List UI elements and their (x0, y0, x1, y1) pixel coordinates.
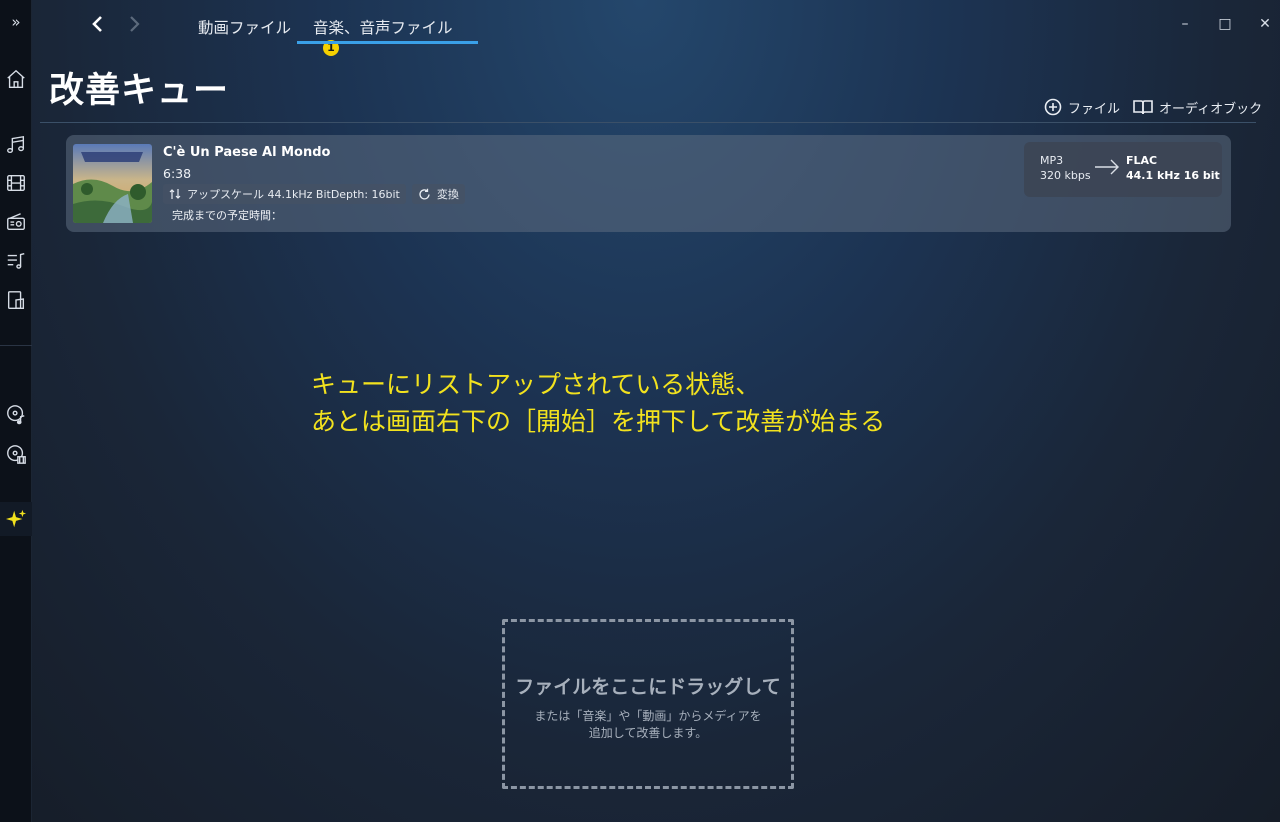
chevron-right-icon (130, 16, 140, 32)
book-icon (1133, 100, 1153, 115)
nav-device[interactable] (0, 284, 32, 316)
header-divider (40, 122, 1256, 123)
drop-zone-subtitle: または「音楽」や「動画」からメディアを追加して改善します。 (534, 709, 762, 740)
radio-icon (7, 213, 25, 231)
rail-divider (0, 345, 32, 346)
home-icon (7, 69, 25, 88)
queue-item[interactable]: C'è Un Paese Al Mondo 6:38 アップスケール 44.1k… (66, 135, 1231, 232)
target-format-name: FLAC (1126, 154, 1158, 167)
nav-music[interactable] (0, 129, 32, 161)
eta-label: 完成までの予定時間： (172, 209, 282, 222)
nav-video[interactable] (0, 167, 32, 199)
nav-disc-video[interactable] (0, 438, 32, 470)
disc-video-icon (7, 445, 26, 464)
side-rail: » (0, 0, 32, 822)
title-bar: 動画ファイル 音楽、音声ファイル1 – □ ✕ (32, 0, 1280, 56)
source-format: MP3 320 kbps (1040, 153, 1091, 183)
sparkle-icon (5, 509, 27, 528)
close-button[interactable]: ✕ (1253, 12, 1277, 36)
music-icon (7, 135, 25, 154)
chevron-left-icon (92, 16, 102, 32)
audiobook-button[interactable]: オーディオブック (1133, 97, 1262, 117)
nav-home[interactable] (0, 63, 32, 95)
maximize-icon: □ (1218, 16, 1232, 32)
annotation-line-2: あとは画面右下の［開始］を押下して改善が始まる (311, 407, 886, 436)
disc-music-icon (7, 405, 25, 425)
minimize-icon: – (1181, 16, 1189, 32)
tab-video-files[interactable]: 動画ファイル (182, 8, 307, 44)
add-file-label: ファイル (1068, 101, 1121, 117)
upscale-chip: アップスケール 44.1kHz BitDepth: 16bit (163, 184, 406, 204)
track-duration: 6:38 (163, 166, 192, 181)
playlist-icon (7, 252, 25, 269)
nav-radio[interactable] (0, 206, 32, 238)
album-art-thumbnail (73, 144, 152, 223)
device-icon (7, 291, 25, 309)
audiobook-label: オーディオブック (1159, 101, 1263, 117)
tab-label: 動画ファイル (198, 19, 292, 37)
nav-disc-music[interactable] (0, 398, 32, 430)
tab-label: 音楽、音声ファイル (313, 19, 453, 37)
double-chevron-icon: » (11, 12, 21, 31)
film-icon (7, 174, 25, 192)
convert-chip-label: 変換 (436, 188, 459, 201)
source-format-name: MP3 (1040, 154, 1064, 167)
minimize-button[interactable]: – (1173, 12, 1197, 36)
convert-chip: 変換 (411, 184, 465, 204)
add-circle-icon (1044, 98, 1062, 116)
task-chips: アップスケール 44.1kHz BitDepth: 16bit 変換 (163, 184, 465, 204)
close-icon: ✕ (1259, 16, 1271, 32)
page-title: 改善キュー (49, 71, 230, 111)
arrow-right-icon (1095, 159, 1119, 175)
forward-button[interactable] (120, 10, 148, 38)
active-tab-indicator (297, 41, 478, 44)
maximize-button[interactable]: □ (1213, 12, 1237, 36)
annotation-line-1: キューにリストアップされている状態、 (311, 370, 761, 399)
tab-music-files[interactable]: 音楽、音声ファイル1 (297, 8, 478, 56)
track-title: C'è Un Paese Al Mondo (163, 145, 331, 160)
add-file-button[interactable]: ファイル (1044, 97, 1120, 117)
annotation-text: キューにリストアップされている状態、 あとは画面右下の［開始］を押下して改善が始… (311, 366, 885, 440)
refresh-icon (419, 188, 430, 199)
target-format: FLAC 44.1 kHz 16 bit (1126, 153, 1220, 183)
source-bitrate: 320 kbps (1040, 169, 1091, 182)
upscale-chip-label: アップスケール 44.1kHz BitDepth: 16bit (187, 188, 400, 201)
nav-enhance[interactable] (0, 502, 32, 536)
target-quality: 44.1 kHz 16 bit (1126, 169, 1220, 182)
conversion-summary: MP3 320 kbps FLAC 44.1 kHz 16 bit (1024, 142, 1222, 197)
upscale-arrows-icon (169, 189, 181, 199)
nav-playlist[interactable] (0, 245, 32, 277)
back-button[interactable] (84, 10, 112, 38)
file-drop-zone[interactable]: ファイルをここにドラッグして または「音楽」や「動画」からメディアを追加して改善… (502, 619, 794, 789)
expand-rail-button[interactable]: » (0, 6, 32, 38)
drop-zone-title: ファイルをここにドラッグして (515, 676, 781, 698)
